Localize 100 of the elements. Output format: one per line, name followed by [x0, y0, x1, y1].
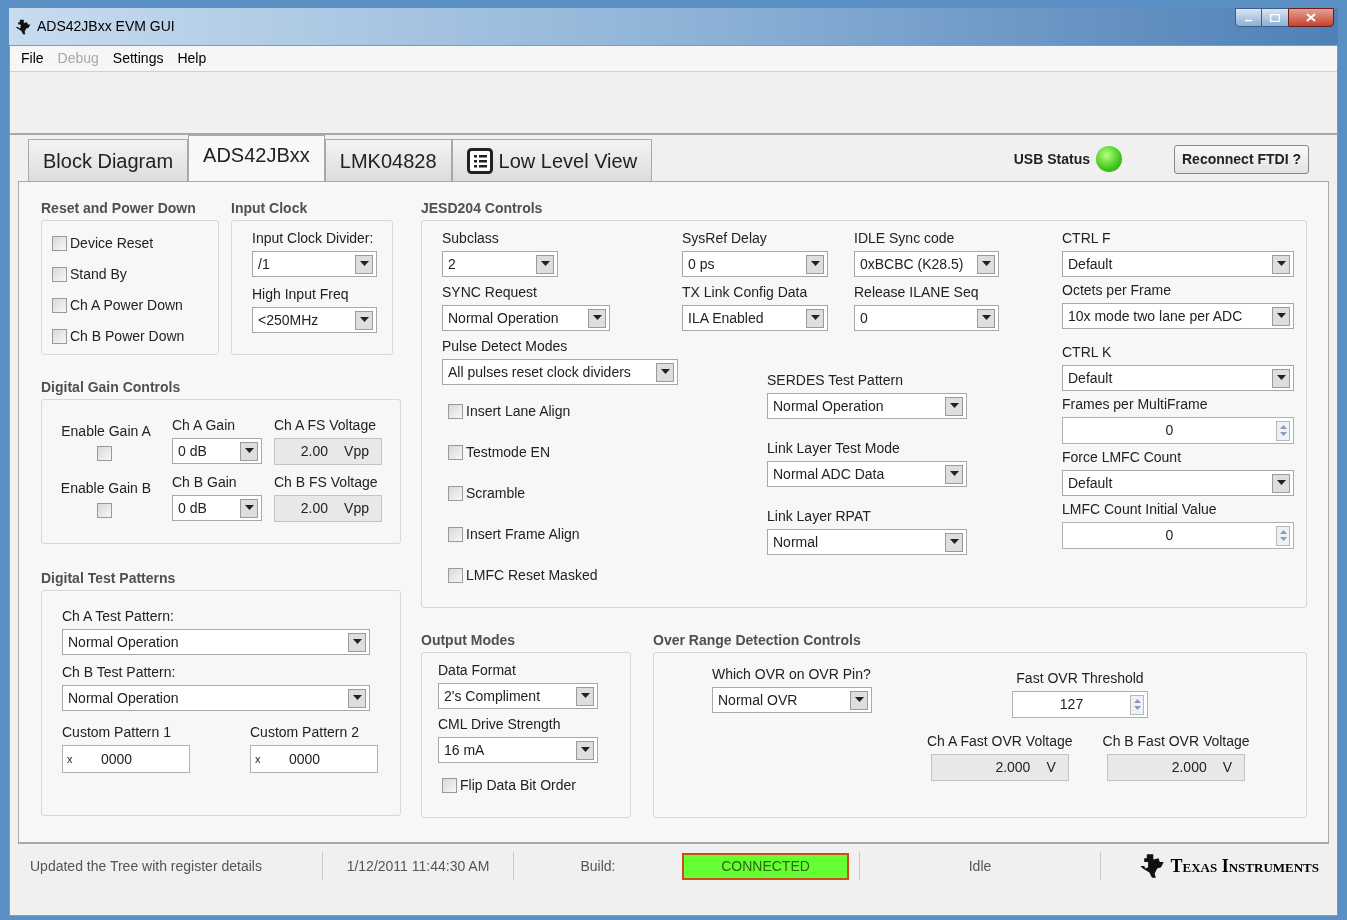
dropdown[interactable]: Normal Operation	[442, 305, 610, 331]
dropdown[interactable]: 0xBCBC (K28.5)	[854, 251, 999, 277]
field-label: SYNC Request	[442, 283, 537, 301]
numeric-field[interactable]: 127	[1012, 691, 1148, 718]
field-label: Custom Pattern 2	[250, 723, 359, 741]
numeric-field[interactable]: 0	[1062, 417, 1294, 444]
checkbox[interactable]	[442, 778, 457, 793]
readout-value: 2.000	[1171, 758, 1207, 777]
checkbox[interactable]	[448, 527, 463, 542]
tab[interactable]: ADS42JBxx	[188, 135, 325, 181]
checkbox-label: Ch A Power Down	[70, 296, 183, 315]
dropdown[interactable]: 0 dB	[172, 438, 262, 464]
status-timestamp: 1/12/2011 11:44:30 AM	[345, 856, 491, 876]
dropdown[interactable]: /1	[252, 251, 377, 277]
dropdown[interactable]: 0	[854, 305, 999, 331]
checkbox[interactable]	[52, 236, 67, 251]
field-label: CML Drive Strength	[438, 715, 561, 733]
close-button[interactable]	[1288, 8, 1334, 27]
maximize-icon	[1270, 13, 1280, 22]
field-label: Octets per Frame	[1062, 281, 1171, 299]
group-title: Digital Test Patterns	[41, 569, 177, 588]
close-icon	[1306, 13, 1316, 22]
spinner-icon[interactable]	[1130, 694, 1144, 715]
checkbox[interactable]	[52, 267, 67, 282]
spinner-icon[interactable]	[1276, 420, 1290, 441]
field-label: CTRL F	[1062, 229, 1111, 247]
dropdown[interactable]: Normal Operation	[62, 629, 370, 655]
dropdown[interactable]: Normal ADC Data	[767, 461, 967, 487]
field-label: Ch B Test Pattern:	[62, 663, 176, 681]
company-logo-text: Texas Instruments	[1170, 854, 1319, 878]
logo-icon	[1138, 853, 1165, 879]
group-title: Output Modes	[421, 631, 517, 650]
checkbox[interactable]	[448, 486, 463, 501]
menu-item[interactable]: Settings	[105, 48, 171, 69]
checkbox[interactable]	[448, 445, 463, 460]
dropdown[interactable]: 10x mode two lane per ADC	[1062, 303, 1294, 329]
tab[interactable]: Low Level View	[451, 139, 653, 181]
field-label: Ch B FS Voltage	[274, 473, 378, 491]
dropdown[interactable]: Default	[1062, 365, 1294, 391]
field-label: Enable Gain A	[61, 422, 151, 440]
tab[interactable]: Block Diagram	[28, 139, 189, 181]
checkbox-label: LMFC Reset Masked	[466, 566, 598, 585]
input-field[interactable]: x 0000	[250, 745, 378, 773]
group-title: Digital Gain Controls	[41, 378, 182, 397]
window-title: ADS42JBxx EVM GUI	[37, 17, 175, 36]
tab[interactable]: LMK04828	[324, 139, 452, 181]
dropdown[interactable]: Normal	[767, 529, 967, 555]
dropdown[interactable]: Normal Operation	[767, 393, 967, 419]
menu-item[interactable]: Help	[170, 48, 214, 69]
field-label: Link Layer Test Mode	[767, 439, 900, 457]
dropdown[interactable]: All pulses reset clock dividers	[442, 359, 678, 385]
checkbox[interactable]	[97, 503, 112, 518]
checkbox[interactable]	[448, 568, 463, 583]
checkbox-label: Insert Lane Align	[466, 402, 571, 421]
field-label: Fast OVR Threshold	[1016, 669, 1144, 687]
checkbox-label: Testmode EN	[466, 443, 551, 462]
field-label: Ch A Fast OVR Voltage	[927, 732, 1073, 750]
unit-label: Vpp	[344, 442, 369, 461]
build-label: Build:	[579, 856, 617, 876]
reconnect-button[interactable]: Reconnect FTDI ?	[1174, 144, 1309, 174]
logo-icon	[15, 18, 31, 35]
field-label: Ch A Gain	[172, 416, 236, 434]
field-label: Ch A Test Pattern:	[62, 607, 174, 625]
dropdown[interactable]: 0 dB	[172, 495, 262, 521]
input-field[interactable]: x 0000	[62, 745, 190, 773]
checkbox[interactable]	[52, 298, 67, 313]
minimize-icon	[1244, 19, 1253, 22]
numeric-field[interactable]: 0	[1062, 522, 1294, 549]
field-label: LMFC Count Initial Value	[1062, 500, 1217, 518]
dropdown[interactable]: Normal OVR	[712, 687, 872, 713]
spinner-icon[interactable]	[1276, 525, 1290, 546]
dropdown[interactable]: 0 ps	[682, 251, 828, 277]
group-title: Reset and Power Down	[41, 199, 197, 218]
dropdown[interactable]: ILA Enabled	[682, 305, 828, 331]
dropdown[interactable]: Default	[1062, 470, 1294, 496]
field-label: Enable Gain B	[60, 479, 152, 497]
field-label: Input Clock Divider:	[252, 229, 374, 247]
field-label: Subclass	[442, 229, 499, 247]
checkbox-label: Scramble	[466, 484, 526, 503]
menu-item[interactable]: File	[14, 48, 51, 69]
field-label: CTRL K	[1062, 343, 1112, 361]
checkbox[interactable]	[52, 329, 67, 344]
maximize-button[interactable]	[1262, 8, 1288, 27]
checkbox[interactable]	[448, 404, 463, 419]
unit-label: V	[1046, 758, 1056, 777]
group-title: JESD204 Controls	[421, 199, 544, 218]
field-label: Release ILANE Seq	[854, 283, 979, 301]
field-label: Custom Pattern 1	[62, 723, 171, 741]
minimize-button[interactable]	[1235, 8, 1262, 27]
dropdown[interactable]: 16 mA	[438, 737, 598, 763]
unit-label: V	[1222, 758, 1233, 777]
usb-status-label: USB Status	[1013, 149, 1090, 169]
group-title: Over Range Detection Controls	[653, 631, 862, 650]
dropdown[interactable]: 2's Compliment	[438, 683, 598, 709]
checkbox[interactable]	[97, 446, 112, 461]
dropdown[interactable]: Default	[1062, 251, 1294, 277]
dropdown[interactable]: 2	[442, 251, 558, 277]
field-label: Ch B Fast OVR Voltage	[1102, 732, 1250, 750]
dropdown[interactable]: Normal Operation	[62, 685, 370, 711]
dropdown[interactable]: <250MHz	[252, 307, 377, 333]
